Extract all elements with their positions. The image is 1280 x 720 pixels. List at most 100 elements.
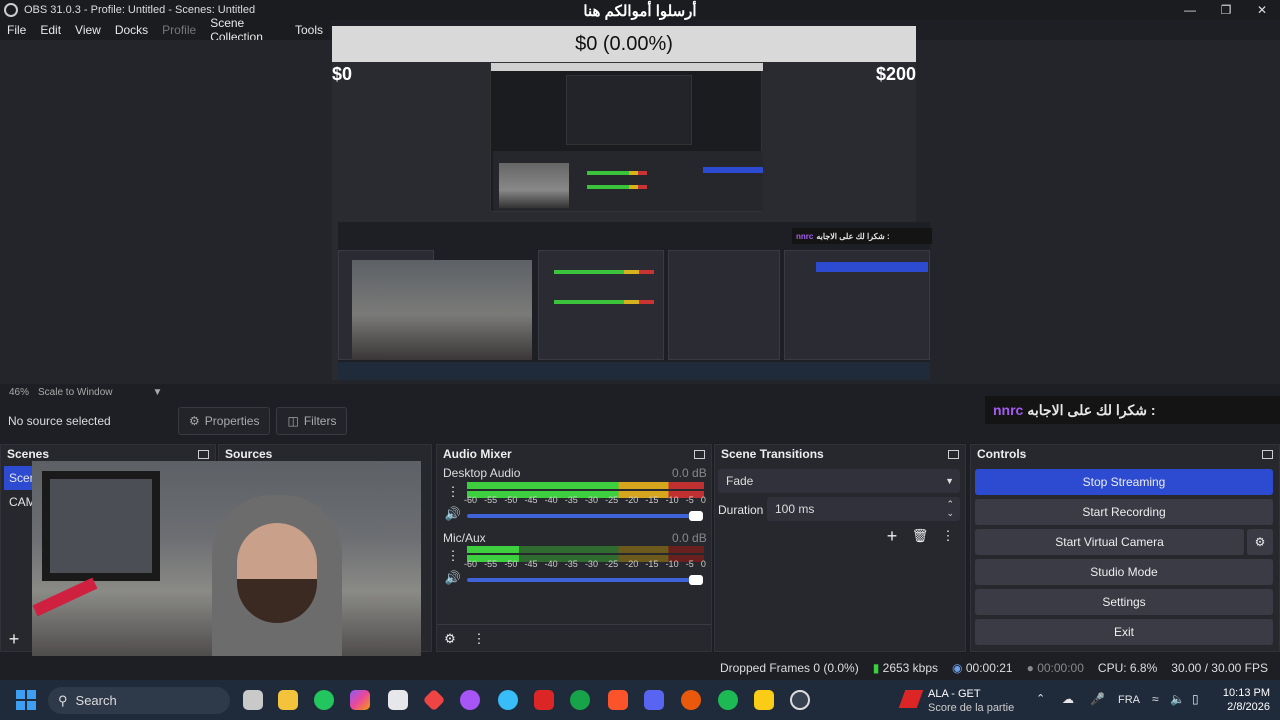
kebab-menu-icon[interactable]: ⋮ xyxy=(469,629,489,649)
menu-profile[interactable]: Profile xyxy=(155,23,203,37)
trash-icon[interactable]: 🗑 xyxy=(910,526,930,546)
wifi-icon[interactable]: ≈ xyxy=(1152,692,1159,706)
bitrate: ▮ 2653 kbps xyxy=(872,661,939,675)
exit-button[interactable]: Exit xyxy=(975,619,1273,645)
discord-icon[interactable] xyxy=(644,690,664,710)
language-indicator[interactable]: FRA xyxy=(1118,694,1140,706)
onedrive-icon[interactable]: ☁ xyxy=(1062,692,1074,706)
sources-title: Sources xyxy=(225,447,273,461)
volume-slider[interactable] xyxy=(467,511,703,521)
virtual-camera-gear-icon[interactable]: ⚙ xyxy=(1247,529,1273,555)
twitch-icon[interactable] xyxy=(460,690,480,710)
scene-item[interactable]: Scene xyxy=(4,466,34,490)
edge-icon[interactable] xyxy=(498,690,518,710)
menu-file[interactable]: File xyxy=(0,23,33,37)
duration-label: Duration xyxy=(718,503,764,517)
start-recording-button[interactable]: Start Recording xyxy=(975,499,1273,525)
taskbar-search[interactable]: ⚲ Search xyxy=(48,687,230,714)
kebab-menu-icon[interactable]: ⋮ xyxy=(938,526,958,546)
kebab-menu-icon[interactable]: ⋮ xyxy=(443,482,463,502)
cpu-usage: CPU: 6.8% xyxy=(1097,661,1158,675)
mic-icon[interactable]: 🎤 xyxy=(1090,692,1105,706)
donation-min: $0 xyxy=(332,64,353,84)
notification-widget[interactable]: ALA - GET Score de la partie xyxy=(928,687,1014,715)
scene-transitions-title: Scene Transitions xyxy=(721,447,824,461)
chevron-down-icon: ▼ xyxy=(945,476,954,486)
scenes-list: Scene CAM xyxy=(4,466,34,514)
meter-ticks: -60 -55 -50 -45 -40 -35 -30 -25 -20 -15 -10 -5 0 xyxy=(464,495,706,505)
scene-item[interactable]: CAM xyxy=(4,490,34,514)
preview-area[interactable]: $0 (0.00%) $0 $200 nnrc شكرا لك على الاج… xyxy=(0,26,1280,384)
properties-button[interactable]: ⚙ Properties xyxy=(178,407,271,435)
app-icon[interactable] xyxy=(681,690,701,710)
duration-input[interactable]: 100 ms ⌃ ⌄ xyxy=(767,497,960,521)
inner-obs-capture xyxy=(338,222,930,380)
preview-canvas[interactable]: $0 (0.00%) $0 $200 xyxy=(332,26,930,380)
stop-streaming-button[interactable]: Stop Streaming xyxy=(975,469,1273,495)
clock[interactable]: 10:13 PM 2/8/2026 xyxy=(1223,686,1270,714)
wps-icon[interactable] xyxy=(534,690,554,710)
overlay-title: أرسلوا أموالكم هنا xyxy=(583,3,697,20)
menu-tools[interactable]: Tools xyxy=(288,23,330,37)
windows-start-icon[interactable] xyxy=(16,690,36,710)
channel-db: 0.0 dB xyxy=(672,531,707,545)
undock-icon[interactable] xyxy=(1262,449,1273,459)
nested-preview xyxy=(490,62,763,212)
fps: 30.00 / 30.00 FPS xyxy=(1171,661,1268,675)
undock-icon[interactable] xyxy=(948,449,959,459)
copilot-icon[interactable] xyxy=(350,690,370,710)
spinner-icon: ⌃ ⌄ xyxy=(946,499,954,518)
app-icon[interactable] xyxy=(754,690,774,710)
kebab-menu-icon[interactable]: ⋮ xyxy=(443,546,463,566)
speaker-icon[interactable]: 🔊 xyxy=(443,504,463,524)
menu-view[interactable]: View xyxy=(68,23,108,37)
undock-icon[interactable] xyxy=(198,449,209,459)
filter-icon: ◫ xyxy=(287,414,299,428)
obs-icon[interactable] xyxy=(790,690,810,710)
gear-icon: ⚙ xyxy=(189,414,200,428)
file-explorer-icon[interactable] xyxy=(278,690,298,710)
advanced-audio-gear-icon[interactable]: ⚙ xyxy=(440,629,460,649)
channel-name: Mic/Aux xyxy=(443,531,486,545)
zoom-mode-select[interactable]: Scale to Window xyxy=(38,387,112,398)
filters-button[interactable]: ◫ Filters xyxy=(276,407,348,435)
menu-edit[interactable]: Edit xyxy=(33,23,68,37)
chat-overlay: nnrc شكرا لك على الاجابه : xyxy=(985,396,1280,424)
no-source-label: No source selected xyxy=(8,414,111,428)
signal-icon: ▮ xyxy=(872,661,880,675)
donation-bar: $0 (0.00%) xyxy=(332,26,916,62)
undock-icon[interactable] xyxy=(694,449,705,459)
chat-username: nnrc xyxy=(993,402,1024,418)
chevron-down-icon[interactable]: ▼ xyxy=(153,387,163,398)
channel-name: Desktop Audio xyxy=(443,466,521,480)
studio-mode-button[interactable]: Studio Mode xyxy=(975,559,1273,585)
spotify-icon[interactable] xyxy=(718,690,738,710)
battery-icon[interactable]: ▯ xyxy=(1192,692,1199,706)
brave-icon[interactable] xyxy=(608,690,628,710)
xbox-icon[interactable] xyxy=(314,690,334,710)
task-view-icon[interactable] xyxy=(243,690,263,710)
volume-slider[interactable] xyxy=(467,575,703,585)
transition-select[interactable]: Fade ▼ xyxy=(718,469,960,493)
controls-title: Controls xyxy=(977,447,1027,461)
volume-icon[interactable]: 🔈 xyxy=(1170,692,1185,706)
maximize-button[interactable]: ❐ xyxy=(1208,0,1244,20)
donation-text: $0 (0.00%) xyxy=(575,32,673,55)
speaker-icon[interactable]: 🔊 xyxy=(443,568,463,588)
scenes-title: Scenes xyxy=(7,447,50,461)
app-icon[interactable] xyxy=(570,690,590,710)
add-transition-icon[interactable]: + xyxy=(882,526,902,546)
add-scene-icon[interactable]: + xyxy=(4,629,24,649)
webcam-video xyxy=(32,461,421,679)
meter-ticks: -60 -55 -50 -45 -40 -35 -30 -25 -20 -15 -10 -5 0 xyxy=(464,559,706,569)
obs-logo-icon xyxy=(4,3,18,17)
menu-docks[interactable]: Docks xyxy=(108,23,155,37)
start-virtual-camera-button[interactable]: Start Virtual Camera xyxy=(975,529,1244,555)
minimize-button[interactable]: — xyxy=(1172,0,1208,20)
settings-button[interactable]: Settings xyxy=(975,589,1273,615)
stream-time: ◉ 00:00:21 xyxy=(952,661,1013,675)
close-button[interactable]: ✕ xyxy=(1244,0,1280,20)
chevron-up-icon[interactable]: ⌃ xyxy=(1036,692,1045,705)
chat-message: شكرا لك على الاجابه : xyxy=(1027,401,1156,418)
store-icon[interactable] xyxy=(388,690,408,710)
